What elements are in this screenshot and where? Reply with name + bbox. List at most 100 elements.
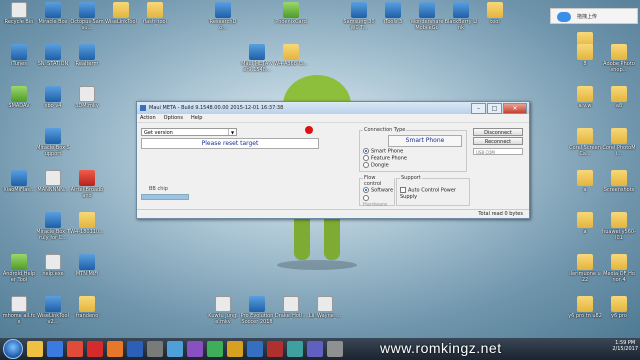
desktop-icon[interactable]: tool [478, 2, 512, 25]
taskbar-app5-icon[interactable] [247, 341, 263, 357]
desktop-icon[interactable]: a [568, 212, 602, 235]
desktop-icon[interactable]: y6 pro [602, 296, 636, 319]
taskbar-app4-icon[interactable] [227, 341, 243, 357]
desktop-icon[interactable]: BlackBerry Link [444, 2, 478, 31]
desktop-icon-label: SN_STATION [37, 61, 69, 67]
taskbar-app2-icon[interactable] [187, 341, 203, 357]
taskbar-app8-icon[interactable] [307, 341, 323, 357]
desktop-icon[interactable]: Wondershare MobileGo [410, 2, 444, 31]
desktop-icon[interactable]: Screenshots [602, 170, 636, 193]
minimize-button[interactable]: – [471, 103, 486, 114]
desktop-icon[interactable]: PhoenixCard [274, 2, 308, 25]
port-select[interactable]: USB COM [473, 148, 523, 155]
desktop-icon[interactable]: WiseLinkTool [104, 2, 138, 25]
connection-status-indicator[interactable] [305, 126, 313, 134]
taskbar-app9-icon[interactable] [327, 341, 343, 357]
desktop-icon[interactable]: Corel PhotoMi... [602, 128, 636, 157]
desktop-icon[interactable]: 8 [568, 44, 602, 67]
close-button[interactable]: ✕ [503, 103, 527, 114]
desktop-icon[interactable]: Pro Evolution Soccer 2018 [240, 296, 274, 325]
desktop-icon[interactable]: xbo v4 [36, 86, 70, 109]
reconnect-button[interactable]: Reconnect [473, 137, 523, 145]
desktop-icon[interactable]: MTN MiFi [70, 254, 104, 277]
desktop-icon[interactable]: Miracle Box [36, 2, 70, 25]
desktop-icon[interactable]: 3DM.mkv [70, 86, 104, 109]
disconnect-button[interactable]: Disconnect [473, 128, 523, 136]
radio-feature-phone[interactable]: Feature Phone [363, 155, 407, 162]
taskbar-app3-icon[interactable] [207, 341, 223, 357]
desktop-icon[interactable]: SMADAV [2, 86, 36, 109]
desktop-icon[interactable]: iTools 3 [376, 2, 410, 25]
desktop-icon[interactable]: flash_tool [138, 2, 172, 25]
taskbar-firefox-icon[interactable] [107, 341, 123, 357]
taskbar-settings-icon[interactable] [147, 341, 163, 357]
maximize-button[interactable]: □ [487, 103, 502, 114]
desktop-icon[interactable]: help.exe [36, 254, 70, 277]
desktop-icon[interactable]: Lil_Wayne_... [308, 296, 342, 319]
desktop-icon[interactable]: WiseLinkTool v2... [36, 296, 70, 325]
desktop-icon[interactable]: Media OF Honor 4 [602, 254, 636, 283]
radio-dongle[interactable]: Dongle [363, 162, 389, 169]
taskbar-opera-icon[interactable] [87, 341, 103, 357]
start-button[interactable] [3, 339, 23, 359]
menu-options[interactable]: Options [164, 114, 183, 122]
desktop-icon[interactable]: Miracle Box Support [36, 128, 70, 157]
desktop-icon[interactable]: mhome all.fcs [2, 296, 36, 325]
status-bar: Total read 0 bytes [137, 209, 529, 218]
taskbar-app1-icon[interactable] [167, 341, 183, 357]
taskbar-app7-icon[interactable] [287, 341, 303, 357]
radio-smart-phone[interactable]: Smart Phone [363, 148, 403, 155]
upload-widget-label: 拖拽上传 [577, 14, 598, 20]
desktop-icon[interactable]: huawei y560-l01 [602, 212, 636, 241]
desktop-icon[interactable]: Maui META ver9.1548... [240, 44, 274, 73]
desktop-icon[interactable]: Adobe Photoshop... [602, 44, 636, 73]
desktop-icon[interactable]: ResearchDo... [206, 2, 240, 31]
folder-icon [577, 254, 593, 270]
chevron-down-icon[interactable]: ▼ [228, 129, 236, 135]
desktop-icon[interactable]: y6 pro tn u82 [568, 296, 602, 319]
desktop-icon[interactable]: Corel ScreenCa... [568, 128, 602, 157]
desktop-icon-label: ResearchDo... [209, 19, 237, 31]
folder-icon [611, 254, 627, 270]
desktop-icon[interactable]: a.v.w [568, 86, 602, 109]
desktop-icon[interactable]: Kuwtu Jungle.mkv [206, 296, 240, 325]
taskbar-app6-icon[interactable] [267, 341, 283, 357]
desktop-icon[interactable]: Octopus Samsu... [70, 2, 104, 31]
desktop-icon[interactable]: Android Helper Tool [2, 254, 36, 283]
menu-action[interactable]: Action [140, 114, 156, 122]
desktop-icon[interactable]: Recycle Bin [2, 2, 36, 25]
window-titlebar[interactable]: Maui META - Build 9.1548.00.00 2015-12-0… [137, 102, 529, 114]
taskbar-explorer-icon[interactable] [27, 341, 43, 357]
clock[interactable]: 1:59 PM 2/15/2017 [612, 340, 638, 352]
desktop-icon[interactable]: W4-A368 l3... [274, 44, 308, 67]
desktop-icon[interactable]: Drake_Hotl... [274, 296, 308, 319]
desktop-icon[interactable]: frandeno [70, 296, 104, 319]
app-icon [215, 2, 231, 18]
desktop-icon[interactable]: ilerimuone u22 [568, 254, 602, 283]
desktop-icon[interactable]: Samsung 30W0 T... [342, 2, 376, 31]
desktop-icon-label: Pro Evolution Soccer 2018 [240, 313, 274, 325]
desktop-icon[interactable]: XiaoMiFlas... [2, 170, 36, 193]
desktop-icon[interactable]: a8 [602, 86, 636, 109]
desktop-icon[interactable]: SN_STATION [36, 44, 70, 67]
desktop-icon[interactable]: Realterm [70, 44, 104, 67]
desktop-icon[interactable]: Airtel Broadband [70, 170, 104, 199]
operation-select[interactable]: Get version ▼ [141, 128, 237, 136]
exe-icon [215, 296, 231, 312]
desktop-icon[interactable]: W4-180110... [70, 212, 104, 235]
desktop-icon[interactable]: iTunes [2, 44, 36, 67]
taskbar-word-icon[interactable] [127, 341, 143, 357]
desktop-icon[interactable]: Miracle Box Truly for C... [36, 212, 70, 241]
upload-widget[interactable]: 拖拽上传 [550, 8, 638, 24]
taskbar-media-icon[interactable] [47, 341, 63, 357]
folder-icon [611, 296, 627, 312]
taskbar-chrome-icon[interactable] [67, 341, 83, 357]
radio-hardware[interactable]: Hardware [363, 195, 394, 208]
desktop-icon[interactable]: ... [636, 44, 640, 67]
menu-help[interactable]: Help [191, 114, 202, 122]
desktop-icon[interactable]: a [568, 170, 602, 193]
desktop-icon[interactable]: MANNNNN... [36, 170, 70, 193]
folder-icon [611, 44, 627, 60]
auto-power-checkbox[interactable]: Auto Control Power Supply [400, 187, 469, 200]
radio-software[interactable]: Software [363, 187, 393, 194]
